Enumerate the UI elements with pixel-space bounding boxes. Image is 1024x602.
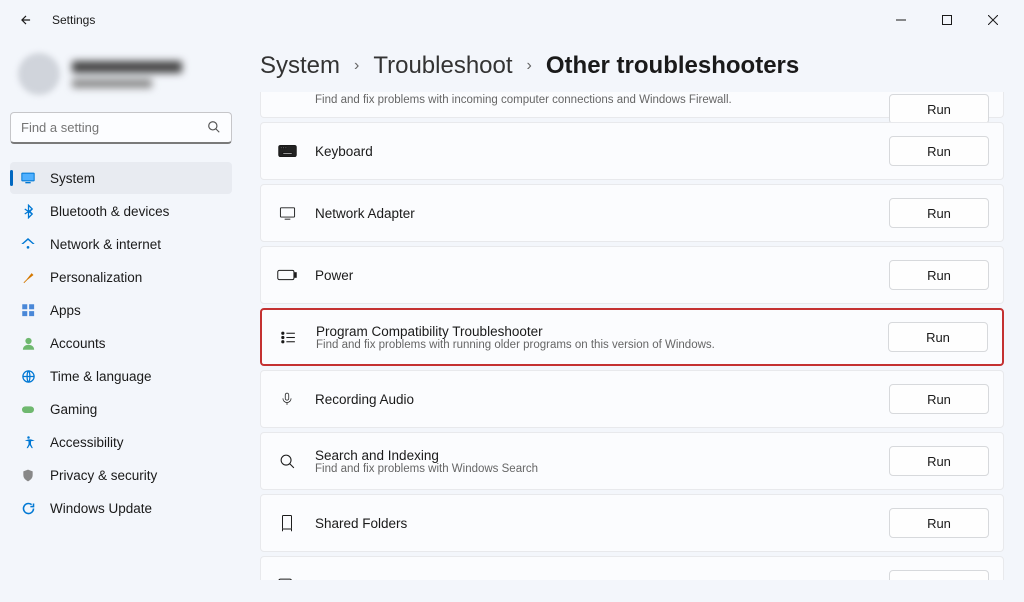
list-icon: [278, 329, 298, 346]
sidebar-item-windows-update[interactable]: Windows Update: [10, 492, 232, 524]
run-button[interactable]: Run: [889, 570, 989, 580]
keyboard-icon: [277, 144, 297, 158]
search-input[interactable]: [11, 113, 231, 142]
sidebar-item-label: Time & language: [50, 369, 152, 384]
chevron-right-icon: ›: [527, 57, 532, 75]
sidebar-item-system[interactable]: System: [10, 162, 232, 194]
row-name: Program Compatibility Troubleshooter: [316, 324, 870, 339]
search-icon: [207, 120, 221, 139]
run-button[interactable]: Run: [889, 384, 989, 414]
row-name: Keyboard: [315, 144, 871, 159]
sidebar-item-personalization[interactable]: Personalization: [10, 261, 232, 293]
folder-icon: [277, 514, 297, 532]
back-button[interactable]: [14, 8, 38, 32]
bluetooth-icon: [20, 203, 36, 219]
game-icon: [20, 401, 36, 417]
nav: System Bluetooth & devices Network & inter…: [10, 162, 232, 524]
window-title: Settings: [52, 13, 95, 27]
sidebar-item-label: Windows Update: [50, 501, 152, 516]
shield-icon: [20, 467, 36, 483]
run-button[interactable]: Run: [888, 322, 988, 352]
maximize-button[interactable]: [924, 4, 970, 36]
run-button[interactable]: Run: [889, 198, 989, 228]
row-name: Recording Audio: [315, 392, 871, 407]
monitor-icon: [277, 205, 297, 222]
user-block[interactable]: [10, 46, 232, 102]
run-button[interactable]: Run: [889, 94, 989, 124]
run-button[interactable]: Run: [889, 508, 989, 538]
avatar: [18, 53, 60, 95]
sidebar-item-label: Bluetooth & devices: [50, 204, 169, 219]
sidebar-item-privacy-security[interactable]: Privacy & security: [10, 459, 232, 491]
breadcrumb: System › Troubleshoot › Other troublesho…: [260, 52, 1010, 80]
chevron-right-icon: ›: [354, 57, 359, 75]
troubleshooter-row: Keyboard Run: [260, 122, 1004, 180]
titlebar: Settings: [0, 0, 1024, 40]
troubleshooter-row: Power Run: [260, 246, 1004, 304]
sidebar-item-time-language[interactable]: Time & language: [10, 360, 232, 392]
row-desc: Find and fix problems with incoming comp…: [315, 94, 871, 106]
troubleshooter-row: Recording Audio Run: [260, 370, 1004, 428]
sidebar-item-network-internet[interactable]: Network & internet: [10, 228, 232, 260]
sidebar: System Bluetooth & devices Network & inter…: [0, 40, 242, 602]
sidebar-item-label: Apps: [50, 303, 81, 318]
mic-icon: [277, 390, 297, 408]
globe-icon: [20, 368, 36, 384]
troubleshooter-row: Find and fix problems with incoming comp…: [260, 92, 1004, 118]
sidebar-item-label: Privacy & security: [50, 468, 157, 483]
apps-icon: [20, 302, 36, 318]
main-content: System › Troubleshoot › Other troublesho…: [242, 40, 1024, 602]
search-box[interactable]: [10, 112, 232, 144]
row-name: Shared Folders: [315, 516, 871, 531]
sidebar-item-accessibility[interactable]: Accessibility: [10, 426, 232, 458]
wifi-icon: [20, 236, 36, 252]
sidebar-item-apps[interactable]: Apps: [10, 294, 232, 326]
monitor-icon: [20, 170, 36, 186]
person-icon: [20, 335, 36, 351]
crumb-troubleshoot[interactable]: Troubleshoot: [373, 52, 512, 80]
row-desc: Find and fix problems with running older…: [316, 339, 870, 351]
crumb-current: Other troubleshooters: [546, 52, 799, 80]
crumb-system[interactable]: System: [260, 52, 340, 80]
troubleshooter-list[interactable]: Find and fix problems with incoming comp…: [260, 92, 1010, 580]
row-name: Network Adapter: [315, 206, 871, 221]
minimize-button[interactable]: [878, 4, 924, 36]
troubleshooter-row: Shared Folders Run: [260, 494, 1004, 552]
brush-icon: [20, 269, 36, 285]
close-button[interactable]: [970, 4, 1016, 36]
sidebar-item-label: System: [50, 171, 95, 186]
sidebar-item-label: Personalization: [50, 270, 142, 285]
run-button[interactable]: Run: [889, 446, 989, 476]
run-button[interactable]: Run: [889, 260, 989, 290]
battery-icon: [277, 269, 297, 281]
sidebar-item-label: Network & internet: [50, 237, 161, 252]
sidebar-item-label: Accessibility: [50, 435, 124, 450]
sidebar-item-bluetooth-devices[interactable]: Bluetooth & devices: [10, 195, 232, 227]
search-icon: [277, 453, 297, 470]
row-name: Power: [315, 268, 871, 283]
row-name: Search and Indexing: [315, 448, 871, 463]
row-desc: Find and fix problems with Windows Searc…: [315, 463, 871, 475]
troubleshooter-row: Search and IndexingFind and fix problems…: [260, 432, 1004, 490]
sidebar-item-gaming[interactable]: Gaming: [10, 393, 232, 425]
update-icon: [20, 500, 36, 516]
accessibility-icon: [20, 434, 36, 450]
video-icon: [277, 578, 297, 581]
sidebar-item-label: Gaming: [50, 402, 97, 417]
sidebar-item-label: Accounts: [50, 336, 106, 351]
troubleshooter-row: Network Adapter Run: [260, 184, 1004, 242]
troubleshooter-row: Program Compatibility TroubleshooterFind…: [260, 308, 1004, 366]
troubleshooter-row: Video Playback Run: [260, 556, 1004, 580]
sidebar-item-accounts[interactable]: Accounts: [10, 327, 232, 359]
run-button[interactable]: Run: [889, 136, 989, 166]
row-name: Video Playback: [315, 578, 871, 581]
